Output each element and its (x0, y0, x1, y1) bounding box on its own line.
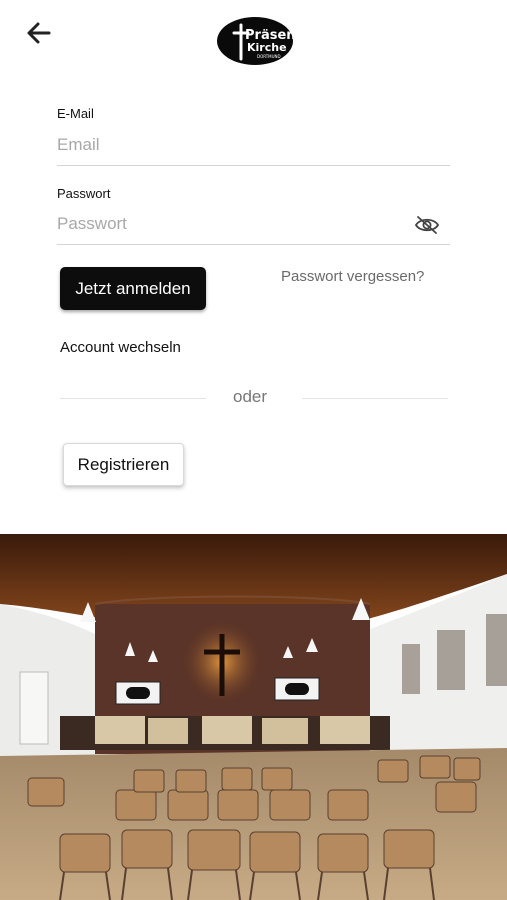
arrow-left-icon (27, 22, 51, 44)
forgot-password-link[interactable]: Passwort vergessen? (281, 268, 424, 285)
app-logo: Präsent Kirche DORTMUND (215, 15, 302, 67)
church-interior-photo (0, 534, 507, 900)
register-button[interactable]: Registrieren (63, 443, 184, 486)
password-field[interactable] (57, 214, 397, 234)
logo-line3: DORTMUND (257, 54, 281, 59)
password-label: Passwort (57, 186, 111, 201)
email-field[interactable] (57, 135, 397, 155)
logo-line2: Kirche (247, 41, 287, 54)
password-field-container (57, 206, 450, 245)
eye-off-icon (414, 216, 440, 234)
toggle-password-visibility[interactable] (414, 215, 440, 235)
divider-left (60, 398, 206, 399)
divider-right (302, 398, 448, 399)
login-button[interactable]: Jetzt anmelden (60, 267, 206, 310)
email-field-container (57, 127, 450, 166)
separator-text: oder (233, 387, 268, 406)
back-button[interactable] (22, 18, 54, 48)
email-label: E-Mail (57, 106, 94, 121)
switch-account-link[interactable]: Account wechseln (60, 339, 181, 356)
